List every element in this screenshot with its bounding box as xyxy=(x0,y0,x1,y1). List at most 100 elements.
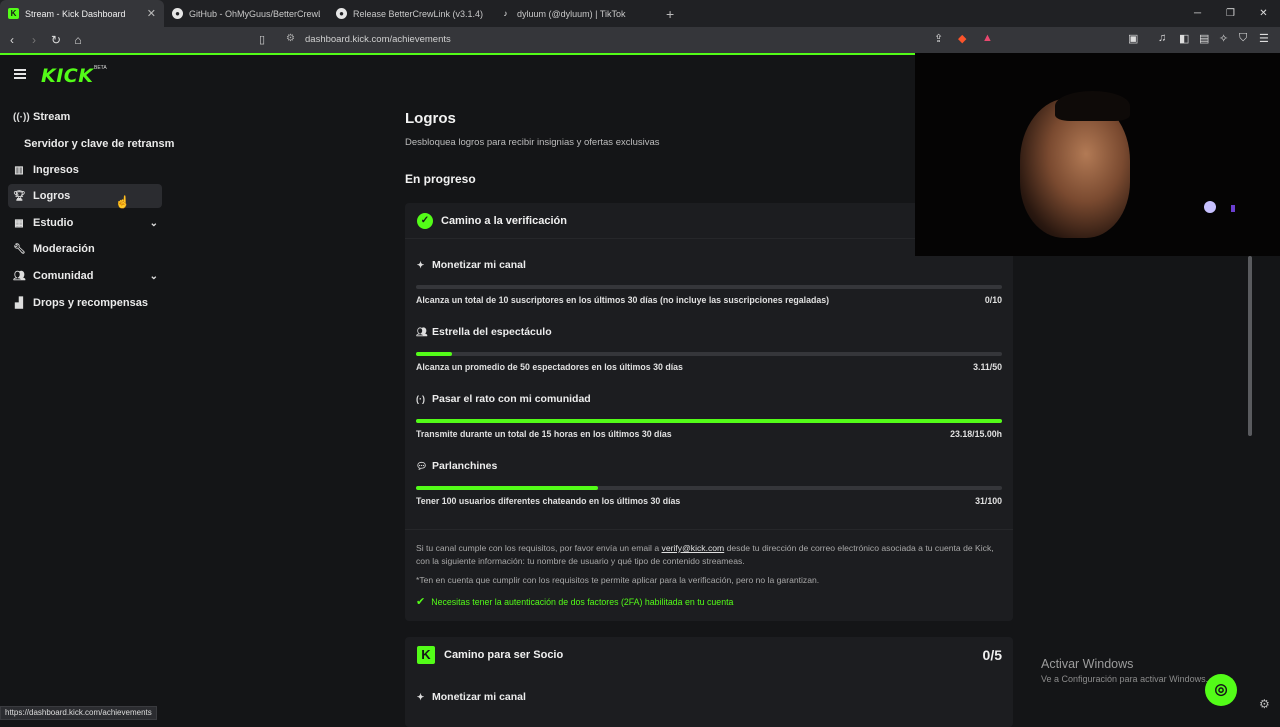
address-bar: ‹ › ↻ ⌂ ▯ ⚙ dashboard.kick.com/achieveme… xyxy=(0,27,1280,53)
wallet-icon[interactable]: ▤ xyxy=(1199,32,1209,45)
close-window-icon[interactable]: ✕ xyxy=(1247,0,1280,27)
tab-title: GitHub - OhMyGuus/BetterCrewLink xyxy=(189,8,320,19)
chat-bubble-icon: 💬︎ xyxy=(416,460,428,471)
restore-icon[interactable]: ❐ xyxy=(1214,0,1247,27)
tiktok-icon: ♪ xyxy=(503,9,508,18)
requirement-desc: Tener 100 usuarios diferentes chateando … xyxy=(416,496,681,506)
requirement-title-text: Parlanchines xyxy=(432,460,498,472)
hamburger-menu-icon[interactable] xyxy=(14,69,26,81)
scrollbar[interactable] xyxy=(1248,256,1252,436)
card-title: Camino para ser Socio xyxy=(444,649,564,661)
back-icon[interactable]: ‹ xyxy=(2,33,22,47)
partner-card: K Camino para ser Socio 0/5 ✦ Monetizar m… xyxy=(405,637,1013,727)
requirement-title-text: Pasar el rato con mi comunidad xyxy=(432,393,591,405)
sidebar-item-stream[interactable]: ((·)) Stream xyxy=(8,105,162,129)
sidebar-item-label: Logros xyxy=(33,190,71,202)
requirement-title-text: Estrella del espectáculo xyxy=(432,326,552,338)
sidebar-item-label: Estudio xyxy=(33,217,74,229)
vpn-icon[interactable]: ⛉ xyxy=(1239,32,1247,45)
bookmark-icon[interactable]: ▯ xyxy=(259,33,265,46)
kick-icon: K xyxy=(8,8,19,19)
sidebar-item-logros[interactable]: 🏆︎ Logros xyxy=(8,184,162,208)
windows-activation-sub: Ve a Configuración para activar Windows. xyxy=(1041,674,1209,684)
wrench-icon: 🔧︎ xyxy=(13,243,26,255)
sidebar-item-comunidad[interactable]: 👥︎ Comunidad ⌄ xyxy=(8,264,162,288)
panel-icon[interactable]: ◧ xyxy=(1179,32,1189,45)
browser-tab[interactable]: ● GitHub - OhMyGuus/BetterCrewLink xyxy=(164,0,328,27)
window-controls: ─ ❐ ✕ xyxy=(1181,0,1280,27)
sidebar-item-label: Comunidad xyxy=(33,270,94,282)
twofa-text: Necesitas tener la autenticación de dos … xyxy=(431,596,734,607)
minimize-icon[interactable]: ─ xyxy=(1181,0,1214,27)
chevron-down-icon[interactable]: ⌄ xyxy=(150,271,158,282)
status-url: https://dashboard.kick.com/achievements xyxy=(0,706,157,720)
tab-title: Release BetterCrewLink (v3.1.4) - Oh xyxy=(353,8,484,19)
sparkle-icon: ✦ xyxy=(416,691,425,702)
verification-note: Si tu canal cumple con los requisitos, p… xyxy=(416,542,1006,567)
forward-icon[interactable]: › xyxy=(24,33,44,47)
chevron-down-icon[interactable]: ⌄ xyxy=(150,218,158,229)
new-tab-button[interactable]: + xyxy=(656,6,684,22)
github-icon: ● xyxy=(336,8,347,19)
brave-shield-icon[interactable]: ◆ xyxy=(958,32,966,45)
requirement-title-text: Monetizar mi canal xyxy=(432,259,526,271)
sidebar-item-moderacion[interactable]: 🔧︎ Moderación xyxy=(8,237,162,261)
requirement-title-text: Monetizar mi canal xyxy=(432,691,526,703)
site-info-icon[interactable]: ⚙ xyxy=(286,33,295,44)
progress-track xyxy=(416,486,1002,490)
card-title: Camino a la verificación xyxy=(441,214,567,227)
section-title: En progreso xyxy=(405,172,476,186)
progress-track xyxy=(416,285,1002,289)
requirement-title: (·) Pasar el rato con mi comunidad xyxy=(416,393,591,405)
broadcast-icon: ((·)) xyxy=(13,111,30,123)
support-chat-button[interactable]: ◎ xyxy=(1205,674,1237,706)
close-icon[interactable]: ✕ xyxy=(147,7,156,20)
gift-icon: ▟ xyxy=(15,297,23,309)
page-title: Logros xyxy=(405,110,456,127)
rewards-icon[interactable]: ▲ xyxy=(982,32,993,44)
reload-icon[interactable]: ↻ xyxy=(46,33,66,47)
requirement-desc: Transmite durante un total de 15 horas e… xyxy=(416,429,672,439)
windows-activation-title: Activar Windows xyxy=(1041,657,1134,671)
partner-count: 0/5 xyxy=(982,647,1002,663)
requirement-value: 31/100 xyxy=(975,496,1002,506)
sidebar-item-drops[interactable]: ▟ Drops y recompensas xyxy=(8,291,162,315)
progress-track xyxy=(416,352,1002,356)
kick-badge-icon: K xyxy=(417,646,435,664)
menu-icon[interactable]: ☰ xyxy=(1259,32,1269,45)
music-icon[interactable]: ♫ xyxy=(1158,32,1166,44)
webcam-overlay xyxy=(915,53,1280,256)
kick-logo[interactable]: KICK xyxy=(41,65,93,87)
github-icon: ● xyxy=(172,8,183,19)
browser-tab[interactable]: ♪ dyluum (@dyluum) | TikTok xyxy=(492,0,656,27)
verified-badge-icon: ✓ xyxy=(417,212,433,229)
share-icon[interactable]: ⇪ xyxy=(934,32,943,45)
browser-tab[interactable]: ● Release BetterCrewLink (v3.1.4) - Oh xyxy=(328,0,492,27)
sidebar-item-label: Stream xyxy=(33,111,71,123)
sidebar-item-ingresos[interactable]: ▥ Ingresos xyxy=(8,158,162,182)
requirement-title: ✦ Monetizar mi canal xyxy=(416,259,526,271)
leo-icon[interactable]: ✧ xyxy=(1219,32,1228,45)
light-dot xyxy=(1204,201,1216,213)
requirement-desc: Alcanza un promedio de 50 espectadores e… xyxy=(416,362,683,372)
sidebar-item-label: Servidor y clave de retransm xyxy=(24,138,175,150)
browser-tabbar: K Stream - Kick Dashboard ✕ ● GitHub - O… xyxy=(0,0,1280,27)
requirement-value: 23.18/15.00h xyxy=(950,429,1002,439)
sidebar-item-estudio[interactable]: ▦ Estudio ⌄ xyxy=(8,211,162,235)
progress-fill xyxy=(416,486,598,490)
audience-icon: 👥︎ xyxy=(416,326,428,337)
sidebar-toggle-icon[interactable]: ▣ xyxy=(1128,32,1138,45)
sidebar-item-stream-key[interactable]: Servidor y clave de retransm xyxy=(19,132,179,156)
url-input[interactable]: dashboard.kick.com/achievements xyxy=(305,34,451,45)
community-icon: 👥︎ xyxy=(13,270,26,282)
page-subtitle: Desbloquea logros para recibir insignias… xyxy=(405,137,660,148)
settings-gear-icon[interactable]: ⚙ xyxy=(1259,697,1270,711)
disclaimer: *Ten en cuenta que cumplir con los requi… xyxy=(416,575,820,585)
verification-card: ✓ Camino a la verificación ✦ Monetizar mi… xyxy=(405,203,1013,621)
progress-fill xyxy=(416,352,453,356)
twofa-notice: ✔ Necesitas tener la autenticación de dos… xyxy=(416,595,733,608)
browser-tab[interactable]: K Stream - Kick Dashboard ✕ xyxy=(0,0,164,27)
email-link[interactable]: verify@kick.com xyxy=(662,543,725,553)
beta-badge: BETA xyxy=(94,65,107,71)
home-icon[interactable]: ⌂ xyxy=(68,33,88,47)
